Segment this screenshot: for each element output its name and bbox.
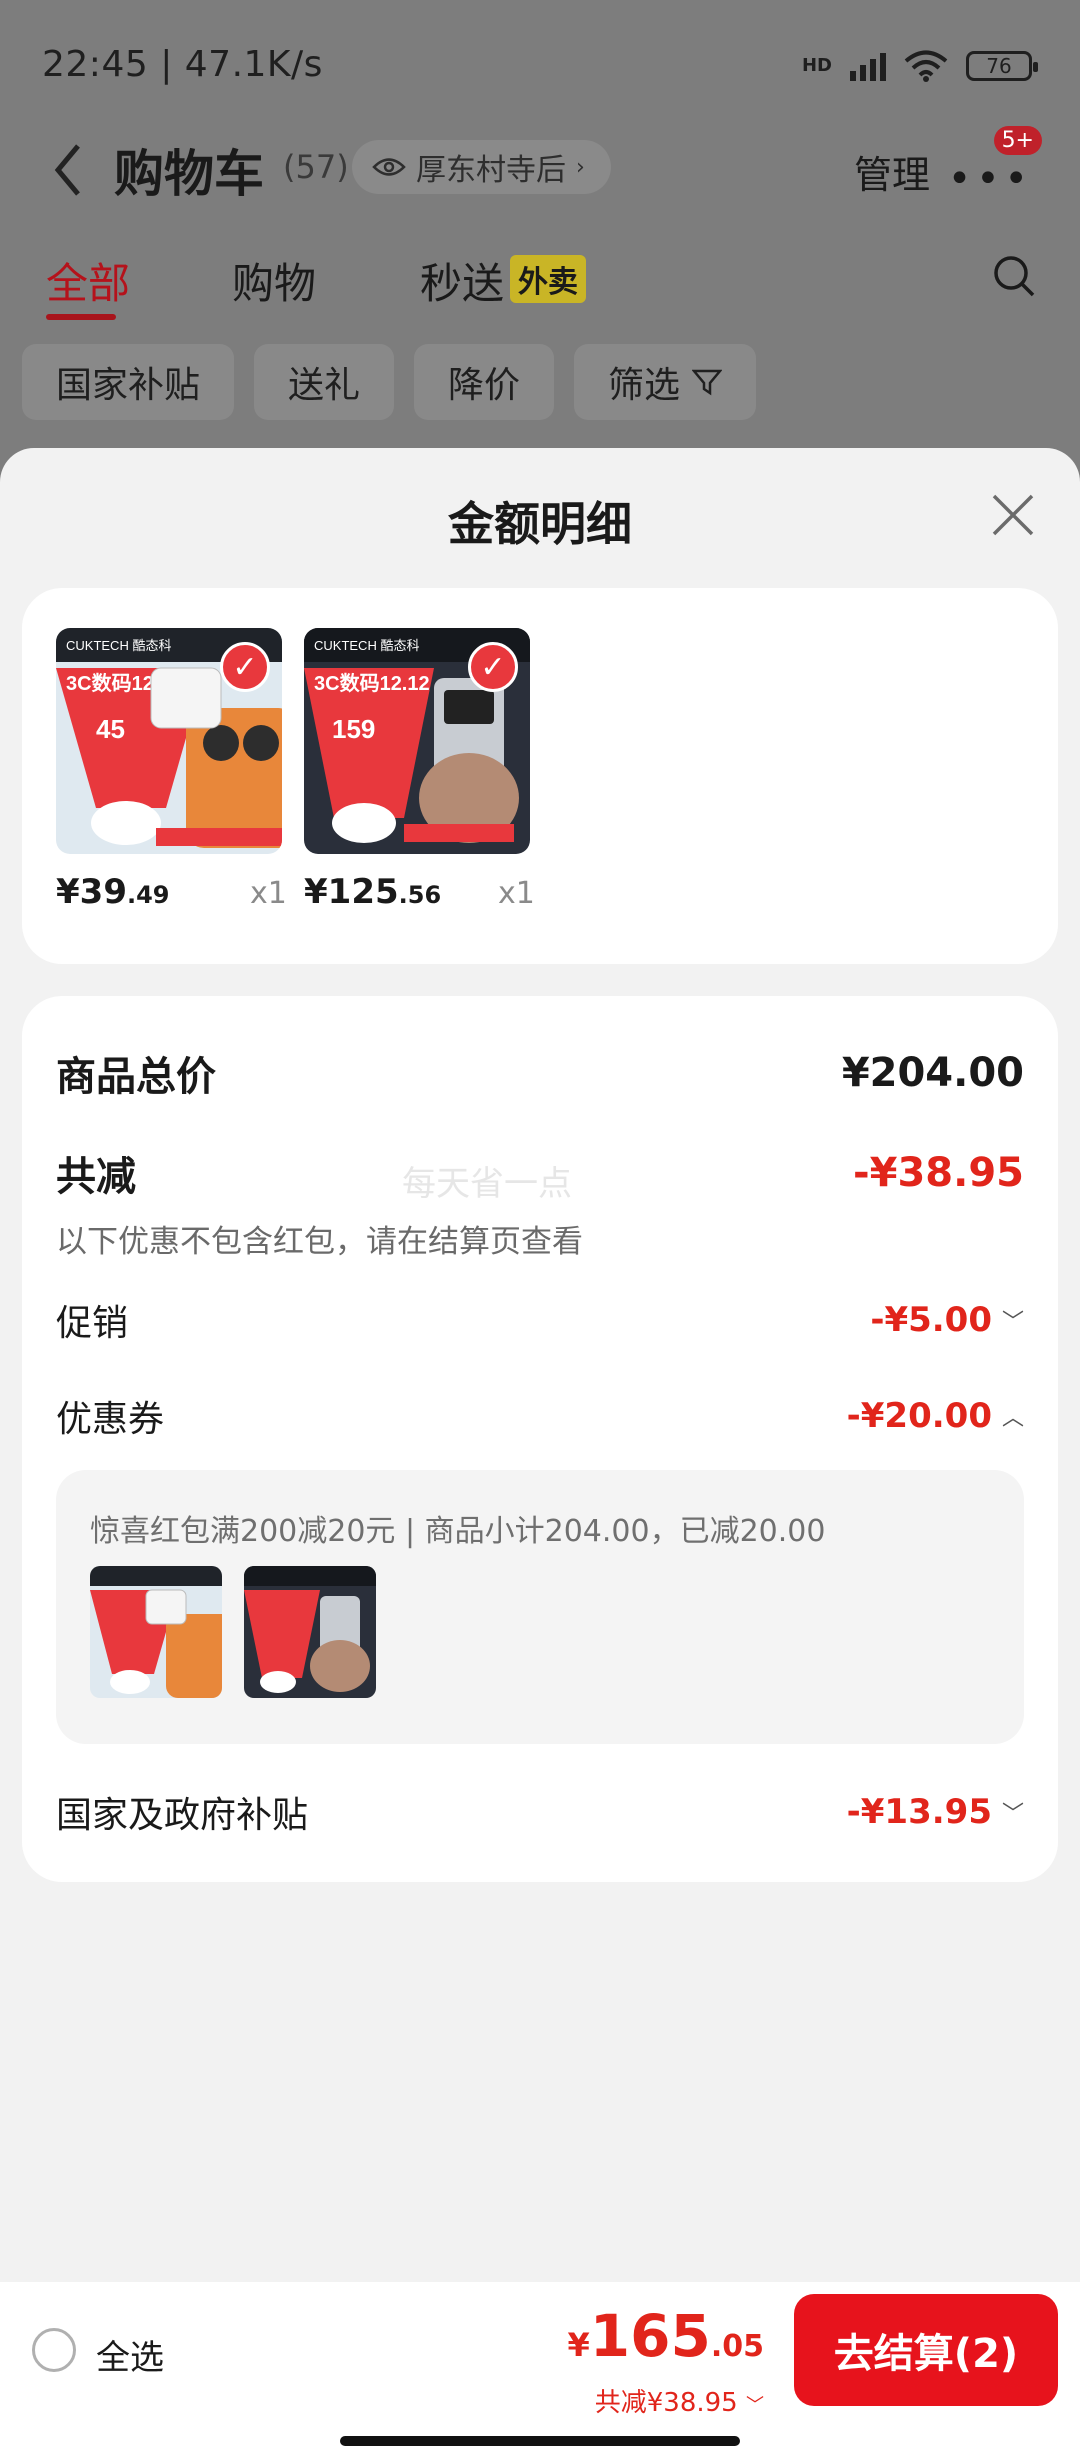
product-thumbnail: CUKTECH 酷态科 3C数码12.12 159 ✓ xyxy=(304,628,530,854)
checked-icon: ✓ xyxy=(220,642,270,692)
home-indicator xyxy=(340,2436,740,2446)
total-currency: ¥ xyxy=(567,2326,590,2364)
status-icons: HD 76 xyxy=(801,50,1038,82)
tab-active-underline xyxy=(46,314,116,320)
message-badge: 5+ xyxy=(993,126,1042,155)
thumb-promo: 3C数码12.12 xyxy=(314,671,430,695)
search-icon[interactable] xyxy=(992,254,1036,298)
takeout-tag: 外卖 xyxy=(510,255,587,303)
manage-button[interactable]: 管理 xyxy=(854,144,930,199)
select-all-radio[interactable] xyxy=(32,2328,76,2372)
subsidy-value: -¥13.95 xyxy=(846,1792,992,1832)
thumb-price: 45 xyxy=(96,714,125,744)
promo-value: -¥5.00 xyxy=(870,1300,992,1340)
chevron-down-icon: ﹀ xyxy=(1001,1802,1024,1827)
tab-instant-label: 秒送 xyxy=(420,259,505,308)
price-dec: .49 xyxy=(126,881,170,909)
promo-value-wrap: -¥5.00 ﹀ xyxy=(870,1300,1024,1340)
cart-tabs: 全部 购物 秒送 外卖 xyxy=(0,250,1080,320)
location-label: 厚东村寺后 xyxy=(416,153,566,188)
tab-instant[interactable]: 秒送 外卖 xyxy=(420,250,587,311)
select-all-label[interactable]: 全选 xyxy=(96,2330,164,2379)
thumb-brand: CUKTECH 酷态科 xyxy=(66,638,171,653)
product-price: ¥125.56 xyxy=(304,872,441,912)
total-price-row: 商品总价 ¥204.00 xyxy=(56,1044,1024,1102)
product-thumbnail: CUKTECH 酷态科 3C数码12.12 45 ✓ xyxy=(56,628,282,854)
hd-indicator: HD xyxy=(801,55,832,76)
status-time: 22:45 | 47.1K/s xyxy=(42,44,323,85)
chip-filter-label: 筛选 xyxy=(608,365,681,406)
coupon-label: 优惠券 xyxy=(56,1399,165,1440)
reduce-label: 共减 xyxy=(56,1154,136,1200)
checked-icon: ✓ xyxy=(468,642,518,692)
wifi-icon xyxy=(904,50,948,82)
eye-icon xyxy=(372,158,406,176)
more-icon[interactable]: • • • xyxy=(948,156,1028,202)
promo-row[interactable]: 促销 -¥5.00 ﹀ xyxy=(56,1294,1024,1346)
coupon-product-thumb xyxy=(244,1566,376,1698)
coupon-value: -¥20.00 xyxy=(846,1396,992,1436)
checkout-bar: 全选 ¥165.05 共减¥38.95 ﹀ 去结算(2) xyxy=(0,2282,1080,2460)
chip-national-subsidy[interactable]: 国家补贴 xyxy=(22,344,235,420)
price-breakdown-card: 商品总价 ¥204.00 每天省一点 共减 -¥38.95 以下优惠不包含红包，… xyxy=(22,996,1058,1882)
product-price: ¥39.49 xyxy=(56,872,170,912)
reduce-value: -¥38.95 xyxy=(853,1150,1024,1196)
sheet-title: 金额明细 xyxy=(448,497,632,551)
chevron-up-icon: ︿ xyxy=(1001,1406,1024,1431)
total-price-label: 商品总价 xyxy=(56,1054,216,1100)
total-price-value: ¥204.00 xyxy=(841,1050,1024,1096)
cart-count: (57) xyxy=(283,148,349,186)
total-int: 165 xyxy=(589,2302,711,2370)
subsidy-label: 国家及政府补贴 xyxy=(56,1795,309,1836)
product-price-row: ¥125.56 x1 xyxy=(304,872,535,922)
price-int: ¥39 xyxy=(56,872,127,912)
thumb-price: 159 xyxy=(332,714,375,744)
reduce-row: 共减 -¥38.95 xyxy=(56,1144,1024,1202)
chevron-down-icon: ﹀ xyxy=(746,2395,764,2416)
price-dec: .56 xyxy=(398,881,442,909)
page-title: 购物车 xyxy=(114,145,264,203)
battery-icon: 76 xyxy=(966,51,1038,81)
thumb-brand: CUKTECH 酷态科 xyxy=(314,638,419,653)
product-qty: x1 xyxy=(498,876,535,911)
navbar: 购物车 (57) 厚东村寺后 › 管理 • • • 5+ xyxy=(0,120,1080,220)
filter-icon xyxy=(692,369,723,396)
chevron-left-icon[interactable] xyxy=(52,142,82,198)
chevron-right-icon: › xyxy=(576,154,585,180)
filter-chips: 国家补贴 送礼 降价 筛选 xyxy=(22,344,757,420)
close-icon[interactable] xyxy=(988,490,1038,540)
saved-amount-label: 共减¥38.95 xyxy=(594,2388,738,2418)
promo-label: 促销 xyxy=(56,1303,129,1344)
coupon-detail-text: 惊喜红包满200减20元 | 商品小计204.00，已减20.00 xyxy=(90,1514,826,1549)
chip-gift[interactable]: 送礼 xyxy=(254,344,395,420)
selected-products-card: CUKTECH 酷态科 3C数码12.12 45 ✓ ¥39.49 x1 CUK… xyxy=(22,588,1058,964)
product-qty: x1 xyxy=(250,876,287,911)
price-int: ¥125 xyxy=(304,872,399,912)
chevron-down-icon: ﹀ xyxy=(1001,1310,1024,1335)
coupon-product-thumb xyxy=(90,1566,222,1698)
total-payable: ¥165.05 xyxy=(568,2302,765,2370)
chip-price-drop[interactable]: 降价 xyxy=(414,344,555,420)
signal-icon xyxy=(850,51,886,81)
chip-filter[interactable]: 筛选 xyxy=(574,344,757,420)
saved-amount[interactable]: 共减¥38.95 ﹀ xyxy=(595,2382,764,2419)
discount-hint: 以下优惠不包含红包，请在结算页查看 xyxy=(56,1224,583,1260)
coupon-value-wrap: -¥20.00 ︿ xyxy=(847,1396,1024,1436)
product-item[interactable]: CUKTECH 酷态科 3C数码12.12 159 ✓ ¥125.56 x1 xyxy=(304,628,535,922)
product-price-row: ¥39.49 x1 xyxy=(56,872,287,922)
subsidy-row[interactable]: 国家及政府补贴 -¥13.95 ﹀ xyxy=(56,1786,1024,1838)
mini-image-powerbank xyxy=(244,1566,376,1698)
checkout-button[interactable]: 去结算(2) xyxy=(794,2294,1058,2406)
tab-shopping[interactable]: 购物 xyxy=(232,250,316,311)
product-item[interactable]: CUKTECH 酷态科 3C数码12.12 45 ✓ ¥39.49 x1 xyxy=(56,628,287,922)
tab-all[interactable]: 全部 xyxy=(46,250,130,311)
location-selector[interactable]: 厚东村寺后 › xyxy=(352,140,611,194)
coupon-row[interactable]: 优惠券 -¥20.00 ︿ xyxy=(56,1390,1024,1442)
amount-detail-sheet: 金额明细 CUKTECH 酷态科 3C数码12.12 45 ✓ ¥39.49 x… xyxy=(0,448,1080,2460)
total-dec: .05 xyxy=(710,2329,764,2364)
subsidy-value-wrap: -¥13.95 ﹀ xyxy=(847,1792,1024,1832)
mini-image-charger xyxy=(90,1566,222,1698)
coupon-detail-box: 惊喜红包满200减20元 | 商品小计204.00，已减20.00 xyxy=(56,1470,1024,1744)
